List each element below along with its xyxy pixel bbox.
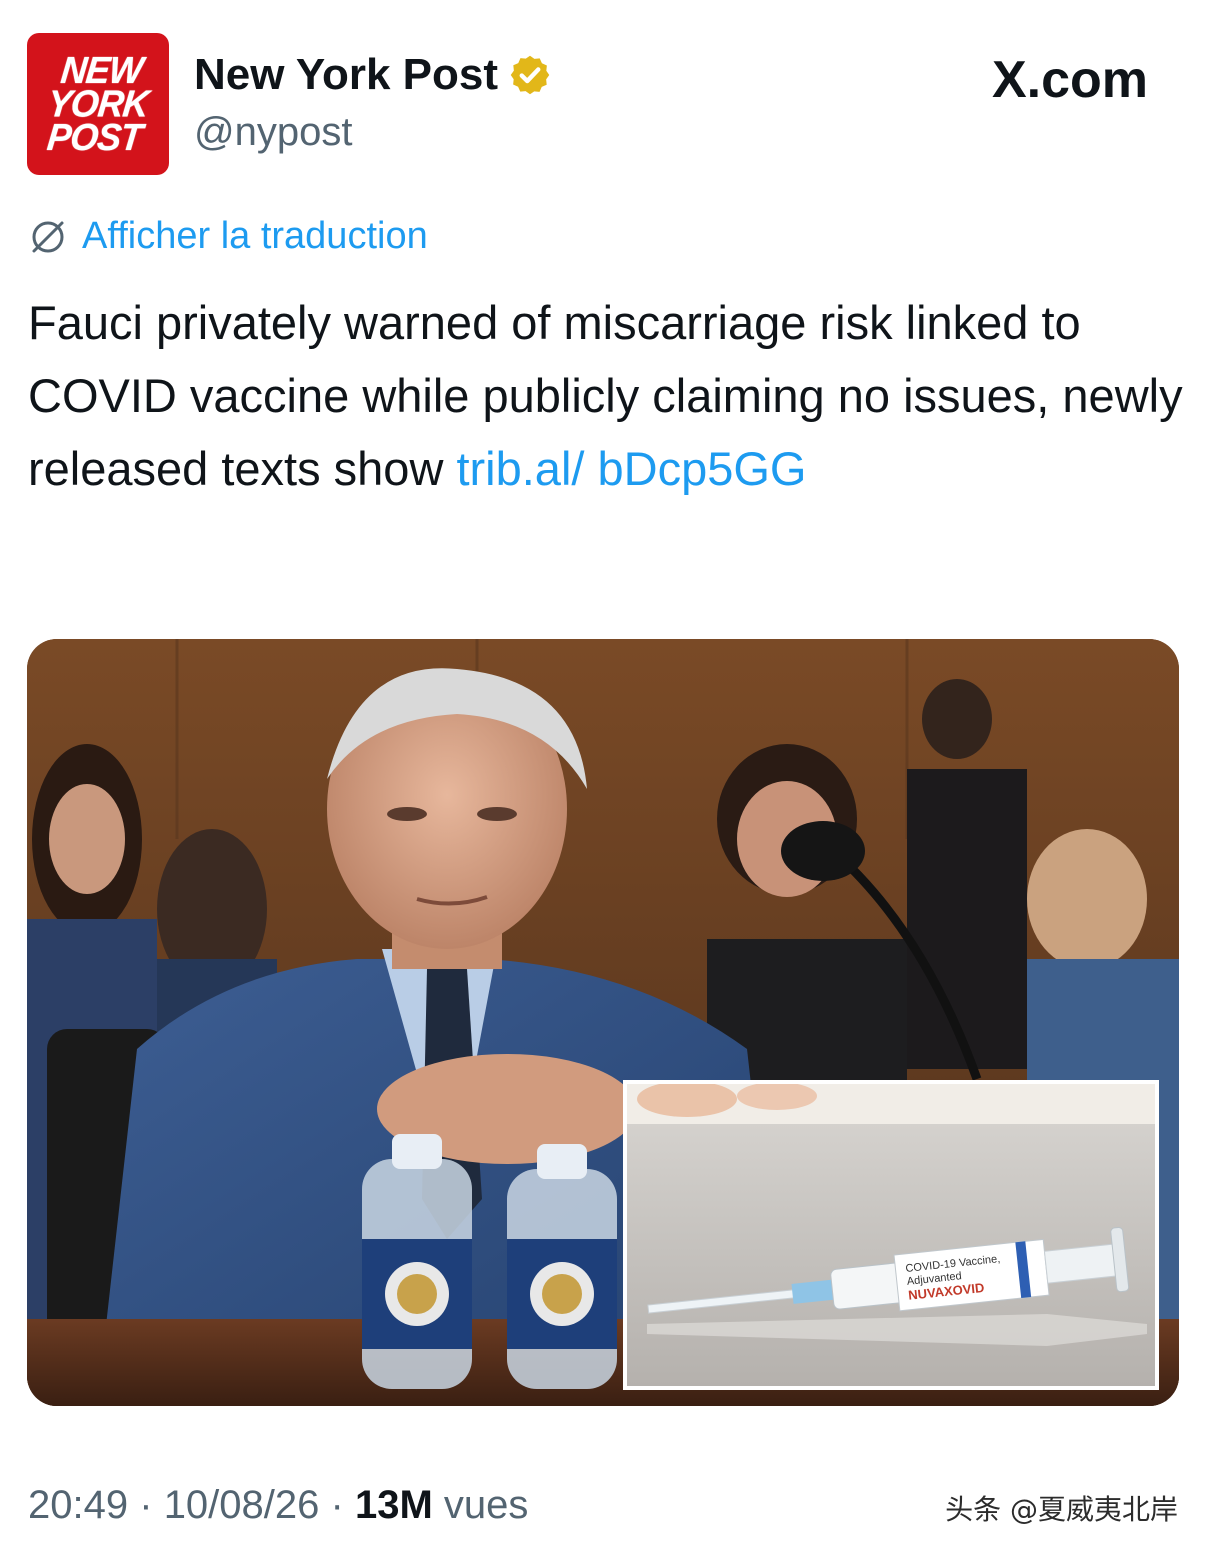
translate-link[interactable]: Afficher la traduction: [28, 215, 428, 258]
display-name-text: New York Post: [194, 50, 499, 99]
syringe-illustration: COVID-19 Vaccine, Adjuvanted NUVAXOVID: [627, 1084, 1155, 1346]
tweet-date[interactable]: 10/08/26: [164, 1483, 320, 1527]
meta-separator-1: ·: [139, 1483, 153, 1527]
verified-badge-icon: [510, 55, 550, 95]
tweet-text: Fauci privately warned of miscarriage ri…: [28, 286, 1188, 505]
views-label: vues: [443, 1483, 529, 1527]
avatar-logo-text: NEW YORK POST: [45, 48, 151, 159]
avatar-nypost-logo[interactable]: NEW YORK POST: [27, 33, 169, 175]
views-count[interactable]: 13M: [355, 1483, 433, 1527]
tweet-link[interactable]: trib.al/ bDcp5GG: [456, 442, 806, 495]
source-watermark: 头条 @夏威夷北岸: [945, 1493, 1178, 1526]
display-name[interactable]: New York Post: [194, 50, 552, 100]
tweet-time[interactable]: 20:49: [28, 1483, 128, 1527]
platform-text: X.com: [991, 51, 1148, 109]
meta-separator-2: ·: [330, 1483, 344, 1527]
translate-globe-icon: [32, 221, 64, 252]
translate-label: Afficher la traduction: [82, 215, 428, 257]
syringe-inset-photo: COVID-19 Vaccine, Adjuvanted NUVAXOVID: [623, 1080, 1159, 1390]
tweet-media-photo[interactable]: COVID-19 Vaccine, Adjuvanted NUVAXOVID: [27, 639, 1179, 1406]
platform-label: X.com: [992, 50, 1148, 110]
tweet-meta: 20:49 · 10/08/26 · 13M vues: [28, 1483, 528, 1528]
handle[interactable]: @nypost: [194, 110, 352, 155]
